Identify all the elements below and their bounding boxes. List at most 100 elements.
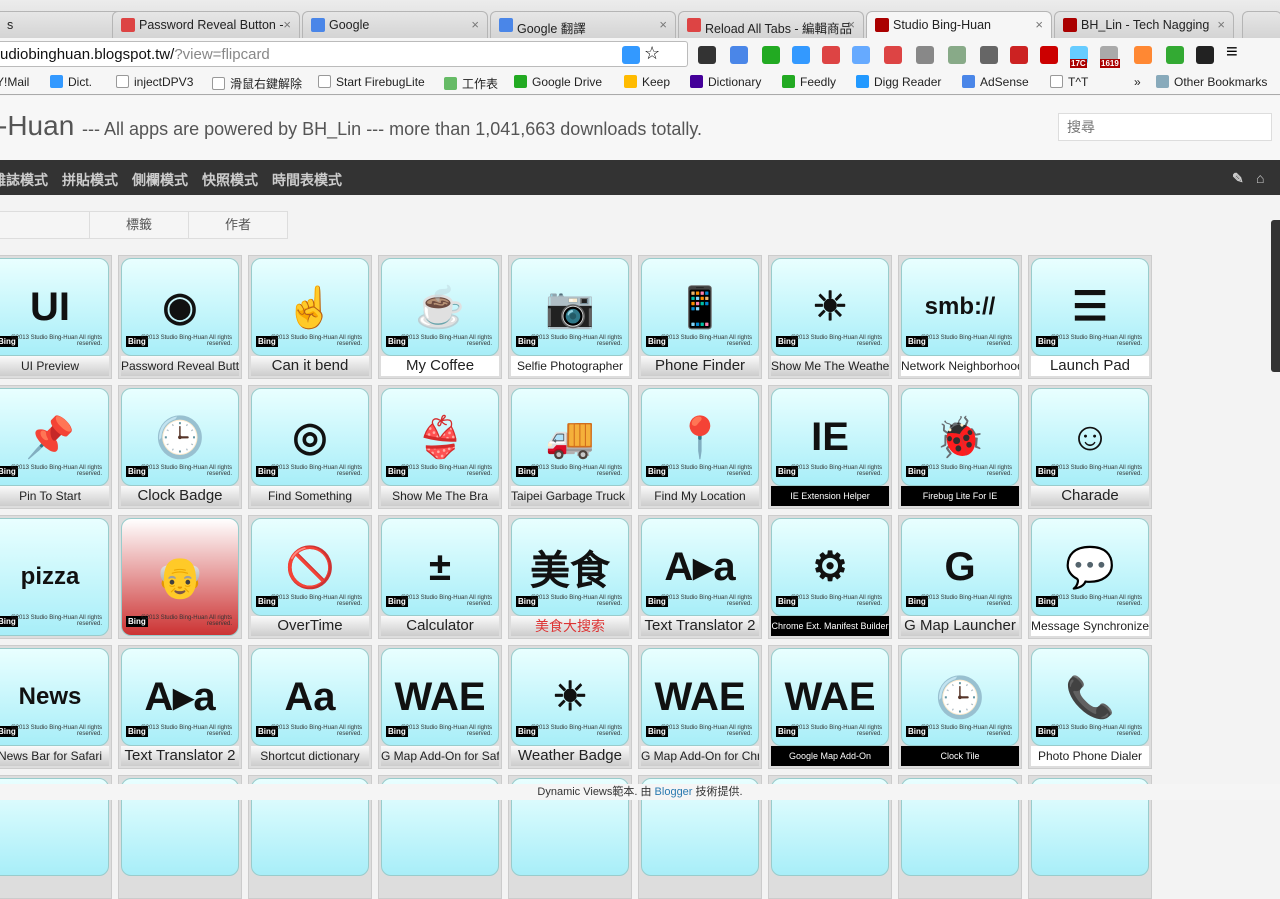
close-tab-icon[interactable]: × <box>847 17 855 32</box>
weather-icon[interactable]: 17C <box>1070 46 1088 68</box>
bookmark[interactable]: 工作表 <box>444 75 498 92</box>
close-tab-icon[interactable]: × <box>471 17 479 32</box>
close-tab-icon[interactable]: × <box>1217 17 1225 32</box>
bookmark[interactable]: 滑鼠右鍵解除 <box>212 75 302 92</box>
app-card[interactable]: smb://Bing ©2013 Studio Bing-Huan All rig… <box>898 255 1022 379</box>
address-bar[interactable]: udiobinghuan.blogspot.tw/?view=flipcard <box>0 41 688 67</box>
app-card[interactable]: A▸a Bing ©2013 Studio Bing-Huan All rights… <box>638 515 762 639</box>
adblock-icon[interactable] <box>1010 46 1028 64</box>
app-card[interactable]: 📷 Bing ©2013 Studio Bing-Huan All rights r… <box>508 255 632 379</box>
app-card[interactable]: 💬 Bing ©2013 Studio Bing-Huan All rights r… <box>1028 515 1152 639</box>
bookmark-icon <box>624 75 637 88</box>
browser-tab[interactable]: Studio Bing-Huan × <box>866 11 1052 38</box>
bug-icon[interactable] <box>980 46 998 64</box>
view-mode-link[interactable]: 雜誌模式 <box>0 170 48 190</box>
bookmark[interactable]: Y!Mail <box>0 75 29 89</box>
app-card[interactable]: ◉ Bing ©2013 Studio Bing-Huan All rights r… <box>118 255 242 379</box>
browser-tab[interactable]: Google 翻譯 × <box>490 11 676 38</box>
bookmark[interactable]: Start FirebugLite <box>318 75 425 89</box>
app-card[interactable]: Aa Bing ©2013 Studio Bing-Huan All rights … <box>248 645 372 769</box>
home-icon[interactable]: ⌂ <box>1256 170 1264 186</box>
menu-icon[interactable]: ≡ <box>1226 41 1244 63</box>
app-card[interactable]: 🕒 Bing ©2013 Studio Bing-Huan All rights r… <box>118 385 242 509</box>
more-bookmarks-button[interactable]: » <box>1134 75 1141 89</box>
maps-icon[interactable] <box>822 46 840 64</box>
app-card[interactable]: ☝ Bing ©2013 Studio Bing-Huan All rights r… <box>248 255 372 379</box>
blogger-link[interactable]: Blogger <box>655 786 693 798</box>
app-card[interactable]: 🕒 Bing ©2013 Studio Bing-Huan All rights r… <box>898 645 1022 769</box>
app-card[interactable]: 👴 Bing ©2013 Studio Bing-Huan All rights r… <box>118 515 242 639</box>
turtle-icon[interactable] <box>1166 46 1184 64</box>
other-bookmarks-folder[interactable]: Other Bookmarks <box>1156 75 1267 89</box>
search-input[interactable] <box>1058 113 1272 141</box>
filter-tab[interactable] <box>0 211 90 239</box>
close-tab-icon[interactable]: × <box>283 17 291 32</box>
edit-pencil-icon[interactable]: ✎ <box>1232 170 1244 187</box>
browser-tab[interactable]: Reload All Tabs - 編輯商品 × <box>678 11 864 38</box>
bookmark[interactable]: Feedly <box>782 75 836 89</box>
app-card[interactable]: 📌Bing©2013 Studio Bing-Huan All rights r… <box>0 385 112 509</box>
app-card[interactable]: G Bing ©2013 Studio Bing-Huan All rights r… <box>898 515 1022 639</box>
bookmark[interactable]: AdSense <box>962 75 1029 89</box>
app-card[interactable]: WAE Bing ©2013 Studio Bing-Huan All rights… <box>768 645 892 769</box>
rss-icon[interactable] <box>622 46 640 64</box>
bookmark[interactable]: T^T <box>1050 75 1088 89</box>
view-mode-link[interactable]: 拼貼模式 <box>62 170 118 190</box>
window-icon[interactable] <box>852 46 870 64</box>
app-card[interactable]: A▸a Bing ©2013 Studio Bing-Huan All rights… <box>118 645 242 769</box>
close-tab-icon[interactable]: × <box>1035 17 1043 32</box>
bookmark[interactable]: Keep <box>624 75 670 89</box>
app-card[interactable]: 🚚 Bing ©2013 Studio Bing-Huan All rights r… <box>508 385 632 509</box>
app-card[interactable]: NewsBing©2013 Studio Bing-Huan All right… <box>0 645 112 769</box>
filter-tab[interactable]: 標籤 <box>89 211 189 239</box>
browser-tab[interactable]: Password Reveal Button - × <box>112 11 300 38</box>
bookmark[interactable]: Digg Reader <box>856 75 941 89</box>
app-card[interactable]: IE Bing ©2013 Studio Bing-Huan All rights … <box>768 385 892 509</box>
scrollbar[interactable] <box>1271 220 1280 372</box>
app-card[interactable]: 📞 Bing ©2013 Studio Bing-Huan All rights r… <box>1028 645 1152 769</box>
star-icon[interactable]: ☆ <box>644 43 662 63</box>
app-card[interactable]: WAE Bing ©2013 Studio Bing-Huan All rights… <box>638 645 762 769</box>
store-icon[interactable] <box>884 46 902 64</box>
app-card[interactable]: ☀ Bing ©2013 Studio Bing-Huan All rights r… <box>508 645 632 769</box>
reload-icon[interactable] <box>1196 46 1214 64</box>
app-card[interactable]: ⚙ Bing ©2013 Studio Bing-Huan All rights r… <box>768 515 892 639</box>
app-card[interactable]: ☀ Bing ©2013 Studio Bing-Huan All rights r… <box>768 255 892 379</box>
app-card[interactable]: pizzaBing©2013 Studio Bing-Huan All righ… <box>0 515 112 639</box>
filter-tab[interactable]: 作者 <box>188 211 288 239</box>
app-card[interactable]: 📍 Bing ©2013 Studio Bing-Huan All rights r… <box>638 385 762 509</box>
view-mode-link[interactable]: 側欄模式 <box>132 170 188 190</box>
app-card[interactable]: 🐞 Bing ©2013 Studio Bing-Huan All rights r… <box>898 385 1022 509</box>
send-icon[interactable] <box>698 46 716 64</box>
app-card[interactable]: ☺ Bing ©2013 Studio Bing-Huan All rights r… <box>1028 385 1152 509</box>
browser-tab[interactable]: Google × <box>302 11 488 38</box>
app-card[interactable]: ☰ Bing ©2013 Studio Bing-Huan All rights r… <box>1028 255 1152 379</box>
view-mode-link[interactable]: 快照模式 <box>202 170 258 190</box>
app-card[interactable]: ± Bing ©2013 Studio Bing-Huan All rights r… <box>378 515 502 639</box>
new-tab-button[interactable] <box>1242 11 1280 38</box>
bookmark[interactable]: injectDPV3 <box>116 75 193 89</box>
drive-icon[interactable] <box>762 46 780 64</box>
app-card[interactable]: WAE Bing ©2013 Studio Bing-Huan All rights… <box>378 645 502 769</box>
blog-title[interactable]: -Huan --- All apps are powered by BH_Lin… <box>0 110 702 142</box>
app-card[interactable]: 👙 Bing ©2013 Studio Bing-Huan All rights r… <box>378 385 502 509</box>
app-card[interactable]: ☕ Bing ©2013 Studio Bing-Huan All rights r… <box>378 255 502 379</box>
bookmark[interactable]: Dict. <box>50 75 92 89</box>
chart-icon[interactable] <box>1134 46 1152 64</box>
translate-icon[interactable] <box>730 46 748 64</box>
app-card[interactable]: ◎ Bing ©2013 Studio Bing-Huan All rights r… <box>248 385 372 509</box>
browser-tab[interactable]: BH_Lin - Tech Nagging × <box>1054 11 1234 38</box>
view-mode-link[interactable]: 時間表模式 <box>272 170 342 190</box>
cast-icon[interactable] <box>916 46 934 64</box>
stop-icon[interactable] <box>1040 46 1058 64</box>
close-tab-icon[interactable]: × <box>659 17 667 32</box>
counter-icon[interactable]: 1619 <box>1100 46 1120 68</box>
share-icon[interactable] <box>948 46 966 64</box>
bookmark[interactable]: Dictionary <box>690 75 761 89</box>
app-card[interactable]: 🚫 Bing ©2013 Studio Bing-Huan All rights r… <box>248 515 372 639</box>
check-icon[interactable] <box>792 46 810 64</box>
app-card[interactable]: 美食 Bing ©2013 Studio Bing-Huan All rights … <box>508 515 632 639</box>
app-card[interactable]: UIBing©2013 Studio Bing-Huan All rights … <box>0 255 112 379</box>
bookmark[interactable]: Google Drive <box>514 75 602 89</box>
app-card[interactable]: 📱 Bing ©2013 Studio Bing-Huan All rights r… <box>638 255 762 379</box>
